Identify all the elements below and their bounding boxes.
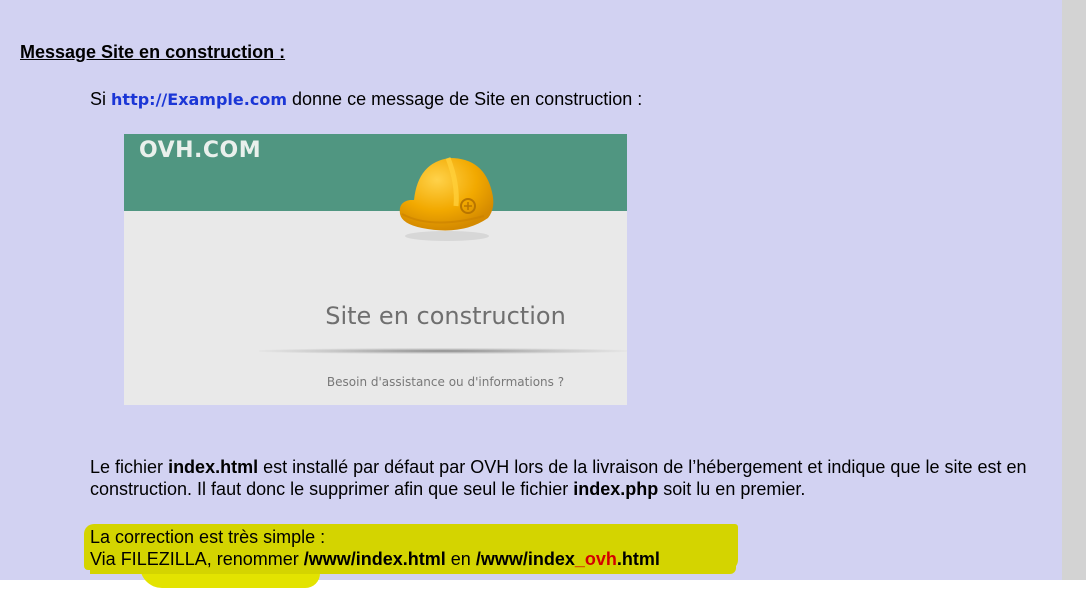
correction-intro: La correction est très simple : <box>90 527 326 547</box>
new-path-ext: .html <box>616 549 660 569</box>
vertical-scrollbar[interactable] <box>1062 0 1086 580</box>
document-page: Message Site en construction : Si http:/… <box>0 0 1062 588</box>
construction-helmet-icon <box>399 157 494 241</box>
screenshot-title: Site en construction <box>325 302 566 330</box>
index-php-filename: index.php <box>573 479 659 499</box>
example-link[interactable]: http://Example.com <box>111 90 287 109</box>
index-html-filename: index.html <box>168 457 259 477</box>
ovh-brand-label: OVH.COM <box>139 138 262 163</box>
old-path: /www/index.html <box>303 549 446 569</box>
explanation-text: soit lu en premier. <box>663 479 806 499</box>
section-heading: Message Site en construction : <box>20 42 286 62</box>
screenshot-divider <box>259 348 627 354</box>
ovh-construction-screenshot: OVH.COM Site en construction Besoin d'as… <box>124 134 627 405</box>
explanation-paragraph: Le fichier index.html est installé par d… <box>90 456 1050 500</box>
intro-prefix: Si <box>90 89 107 109</box>
correction-paragraph: La correction est très simple : Via FILE… <box>90 526 660 570</box>
new-path-suffix: _ovh <box>574 549 617 569</box>
screenshot-subtitle: Besoin d'assistance ou d'informations ? <box>326 375 565 389</box>
instruction-text: Via FILEZILLA, renommer <box>90 549 299 569</box>
correction-instruction: Via FILEZILLA, renommer /www/index.html … <box>90 548 660 570</box>
instruction-text: en <box>445 549 471 569</box>
new-path-start: /www/index <box>475 549 575 569</box>
new-path: /www/index_ovh.html <box>476 549 660 569</box>
intro-suffix: donne ce message de Site en construction… <box>292 89 643 109</box>
explanation-text: Le fichier <box>90 457 164 477</box>
intro-paragraph: Si http://Example.com donne ce message d… <box>90 88 642 111</box>
